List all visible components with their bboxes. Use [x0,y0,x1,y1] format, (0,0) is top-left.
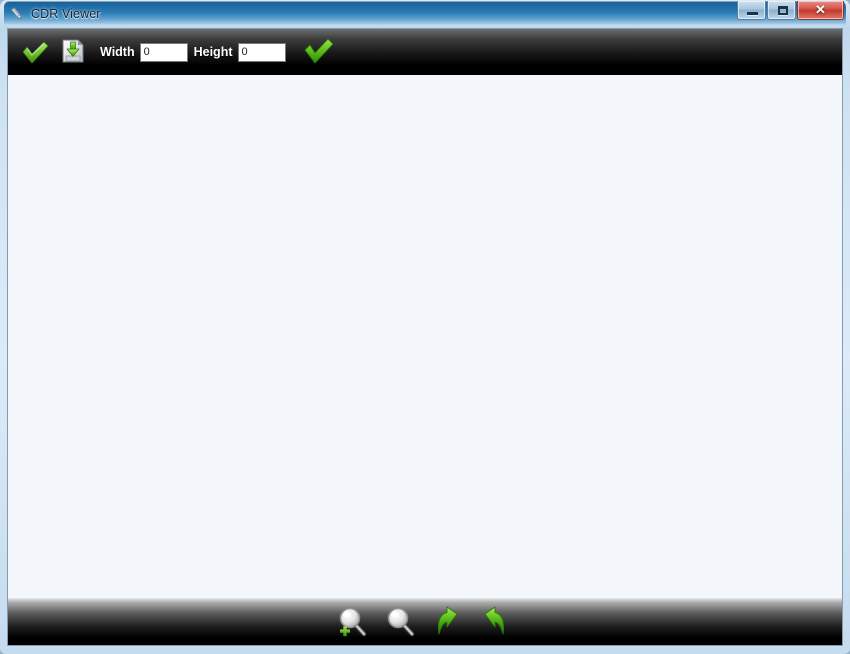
application-window: CDR Viewer ✕ Width 0 Height 0 [0,0,850,654]
close-icon: ✕ [815,2,826,17]
green-check-icon [304,38,333,64]
client-area: Width Height [7,28,843,646]
green-check-open-icon [22,41,49,64]
save-disk-icon [62,39,84,63]
save-file-button[interactable] [56,35,90,69]
magnifier-icon [387,607,415,636]
minimize-icon [747,12,758,15]
rotate-right-button[interactable] [478,603,516,641]
width-label: Width [100,45,135,59]
rotate-left-button[interactable] [430,603,468,641]
magnifier-plus-icon [339,607,367,636]
maximize-icon [778,6,788,15]
arrow-rotate-right-icon [484,606,505,634]
close-button[interactable]: ✕ [797,1,844,20]
title-bar[interactable]: CDR Viewer ✕ [0,0,850,27]
maximize-button[interactable] [767,1,796,20]
height-label: Height [193,45,233,59]
minimize-button[interactable] [737,1,766,20]
title-bar-glass [4,1,846,25]
zoom-in-button[interactable] [334,603,372,641]
zoom-out-button[interactable] [382,603,420,641]
window-title: CDR Viewer [31,6,101,21]
bottom-toolbar [8,598,842,645]
width-input[interactable] [139,42,188,62]
height-input[interactable] [237,42,286,62]
title-bar-left: CDR Viewer [8,3,101,24]
arrow-rotate-left-icon [437,606,458,634]
window-controls: ✕ [736,1,844,20]
open-file-button[interactable] [18,35,52,69]
top-toolbar: Width Height [8,29,842,75]
pencil-icon [8,5,26,23]
apply-size-button[interactable] [302,37,336,67]
image-viewer-canvas[interactable] [8,75,842,600]
